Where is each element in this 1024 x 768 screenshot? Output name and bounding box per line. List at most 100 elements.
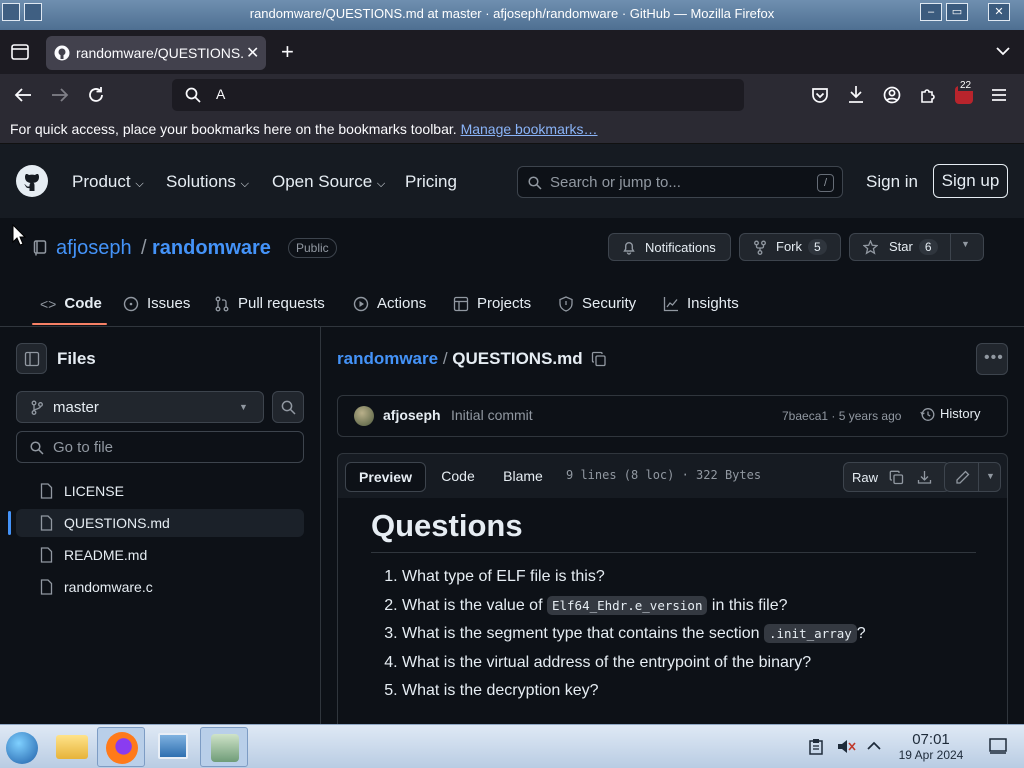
search-files-button[interactable]	[272, 391, 304, 423]
file-tree-item-readme[interactable]: README.md	[16, 541, 304, 569]
volume-muted-icon[interactable]	[836, 738, 856, 755]
nav-solutions[interactable]: Solutions ⌵	[166, 172, 249, 192]
visibility-badge: Public	[288, 238, 337, 258]
url-input[interactable]	[216, 86, 716, 102]
hamburger-menu-icon[interactable]	[991, 88, 1007, 102]
manage-bookmarks-link[interactable]: Manage bookmarks…	[461, 121, 598, 137]
tab-code[interactable]: <> Code	[40, 295, 102, 312]
chevron-down-icon: ⌵	[376, 178, 386, 190]
show-desktop-icon[interactable]	[989, 738, 1007, 754]
code-icon: <>	[40, 295, 57, 312]
tab-pull-requests[interactable]: Pull requests	[214, 295, 325, 312]
account-icon[interactable]	[883, 86, 901, 104]
close-window-button[interactable]: ✕	[988, 3, 1010, 21]
tab-issues[interactable]: Issues	[123, 295, 190, 312]
question-item: What is the value of Elf64_Ehdr.e_versio…	[402, 595, 1002, 626]
search-placeholder: Search or jump to...	[550, 174, 681, 191]
taskbar-firefox[interactable]	[97, 727, 145, 767]
tab-security[interactable]: Security	[558, 295, 636, 312]
tab-projects[interactable]: Projects	[453, 295, 531, 312]
commit-age: 5 years ago	[838, 409, 902, 423]
github-logo-icon[interactable]	[16, 165, 48, 197]
chevron-up-icon[interactable]	[867, 741, 881, 751]
blame-tab[interactable]: Blame	[492, 462, 554, 492]
clock[interactable]: 07:01 19 Apr 2024	[890, 731, 972, 762]
list-all-tabs-icon[interactable]	[996, 46, 1010, 56]
actions-play-icon	[353, 296, 369, 311]
maximize-button[interactable]: ▭	[946, 3, 968, 21]
go-to-file-input[interactable]: Go to file	[16, 431, 304, 463]
repo-name-link[interactable]: randomware	[152, 237, 271, 260]
edit-dropdown-caret-icon[interactable]: ▼	[986, 471, 995, 481]
commit-sha-link[interactable]: 7baeca1	[782, 409, 828, 423]
tab-insights[interactable]: Insights	[663, 295, 739, 312]
file-tree-item-license[interactable]: LICENSE	[16, 477, 304, 505]
nav-solutions-label: Solutions	[166, 172, 236, 191]
file-tree-item-randomware-c[interactable]: randomware.c	[16, 573, 304, 601]
download-icon[interactable]	[917, 470, 932, 485]
pencil-icon[interactable]	[955, 470, 970, 485]
fork-button[interactable]: Fork 5	[739, 233, 841, 261]
breadcrumb-repo-link[interactable]: randomware	[337, 349, 438, 368]
tab-actions-label: Actions	[377, 295, 427, 312]
clipboard-tray-icon[interactable]	[808, 738, 824, 755]
tab-actions[interactable]: Actions	[353, 295, 426, 312]
bookmarks-toolbar: For quick access, place your bookmarks h…	[0, 116, 1024, 144]
copy-icon[interactable]	[889, 470, 904, 485]
file-header-toolbar: Preview Code Blame 9 lines (8 loc) · 322…	[337, 453, 1008, 499]
downloads-icon[interactable]	[847, 85, 865, 104]
copy-path-icon[interactable]	[591, 351, 607, 367]
code-view-tab[interactable]: Code	[430, 462, 486, 492]
notifications-button[interactable]: Notifications	[608, 233, 731, 261]
sign-up-button[interactable]: Sign up	[933, 164, 1008, 198]
url-bar[interactable]	[172, 79, 744, 111]
latest-commit-box: afjoseph Initial commit 7baeca1 · 5 year…	[337, 395, 1008, 437]
extensions-icon[interactable]	[919, 86, 937, 104]
firefox-view-icon[interactable]	[11, 44, 29, 60]
file-icon	[40, 483, 53, 499]
minimize-button[interactable]: –	[920, 3, 942, 21]
taskbar-control-panel[interactable]	[149, 727, 197, 767]
more-options-button[interactable]: •••	[976, 343, 1008, 375]
preview-tab[interactable]: Preview	[345, 462, 426, 492]
repo-owner-link[interactable]: afjoseph	[56, 237, 132, 260]
collapse-sidebar-button[interactable]	[16, 343, 47, 374]
taskbar-app-window[interactable]	[200, 727, 248, 767]
breadcrumb-separator: /	[442, 349, 448, 368]
file-icon	[40, 547, 53, 563]
repo-icon	[33, 240, 47, 256]
reload-icon[interactable]	[87, 86, 105, 104]
raw-button[interactable]: Raw	[852, 470, 878, 485]
nav-product[interactable]: Product ⌵	[72, 172, 144, 192]
forward-arrow-icon[interactable]	[51, 87, 69, 103]
sidebar-collapse-icon	[24, 351, 40, 367]
file-tree-item-questions[interactable]: QUESTIONS.md	[16, 509, 304, 537]
back-arrow-icon[interactable]	[14, 87, 32, 103]
taskbar-file-manager[interactable]	[48, 727, 96, 767]
browser-tab-active[interactable]: randomware/QUESTIONS.md at master ✕	[46, 36, 266, 70]
start-menu-button[interactable]	[0, 727, 48, 767]
repo-header: afjoseph / randomware Public Notificatio…	[0, 218, 1024, 327]
window-title: randomware/QUESTIONS.md at master · afjo…	[249, 6, 775, 21]
star-label: Star	[889, 239, 913, 254]
pocket-icon[interactable]	[811, 86, 829, 104]
new-tab-button[interactable]: +	[281, 39, 294, 65]
selected-file-indicator	[8, 511, 11, 535]
pull-request-icon	[215, 296, 229, 311]
nav-open-source[interactable]: Open Source ⌵	[272, 172, 385, 192]
close-tab-icon[interactable]: ✕	[246, 43, 259, 63]
commit-message-link[interactable]: Initial commit	[451, 407, 533, 423]
star-dropdown-caret-icon[interactable]: ▼	[961, 239, 970, 249]
branch-selector[interactable]: master ▼	[16, 391, 264, 423]
commit-author-link[interactable]: afjoseph	[383, 407, 441, 423]
go-to-file-placeholder: Go to file	[53, 439, 114, 456]
file-view: randomware / QUESTIONS.md ••• afjoseph I…	[321, 327, 1024, 738]
star-button[interactable]: Star 6 ▼	[849, 233, 984, 261]
nav-pricing[interactable]: Pricing	[405, 172, 457, 192]
search-icon	[185, 87, 201, 103]
github-search-box[interactable]: Search or jump to... /	[517, 166, 843, 198]
projects-table-icon	[453, 296, 469, 311]
bookmarks-message: For quick access, place your bookmarks h…	[10, 121, 457, 137]
sign-in-link[interactable]: Sign in	[866, 172, 918, 192]
avatar[interactable]	[354, 406, 374, 426]
